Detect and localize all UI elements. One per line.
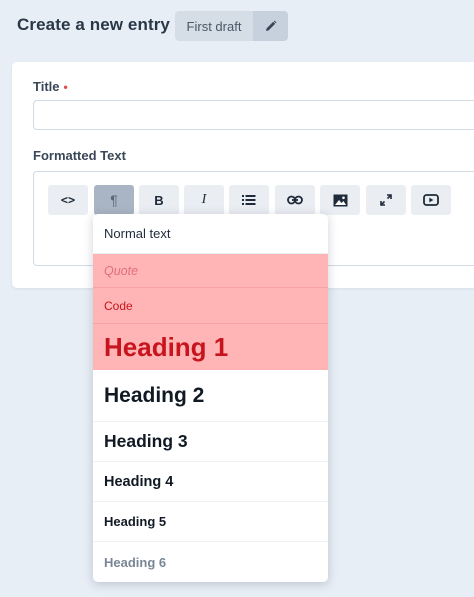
video-icon <box>423 194 439 206</box>
title-input[interactable] <box>33 100 474 130</box>
menu-item-heading-6[interactable]: Heading 6 <box>93 542 328 582</box>
required-marker: • <box>63 80 68 94</box>
bold-icon: B <box>154 192 164 208</box>
menu-item-heading-2[interactable]: Heading 2 <box>93 370 328 422</box>
format-dropdown-menu: Normal text Quote Code Heading 1 Heading… <box>93 214 328 582</box>
code-brackets-icon: <> <box>60 193 76 207</box>
pencil-icon <box>265 20 276 31</box>
expand-icon <box>380 194 392 206</box>
menu-item-label: Code <box>104 298 133 313</box>
edit-status-button[interactable] <box>253 11 288 41</box>
list-button[interactable] <box>229 185 269 215</box>
formatted-text-label: Formatted Text <box>33 148 126 163</box>
menu-item-heading-1[interactable]: Heading 1 <box>93 324 328 370</box>
paragraph-format-button[interactable]: ¶ <box>94 185 134 215</box>
menu-item-normal-text[interactable]: Normal text <box>93 214 328 254</box>
menu-item-heading-4[interactable]: Heading 4 <box>93 462 328 502</box>
image-button[interactable] <box>320 185 360 215</box>
menu-item-heading-3[interactable]: Heading 3 <box>93 422 328 462</box>
italic-icon: I <box>201 192 207 207</box>
title-label-text: Title <box>33 79 60 94</box>
bold-button[interactable]: B <box>139 185 179 215</box>
status-badge: First draft <box>175 11 253 41</box>
menu-item-label: Heading 3 <box>104 431 188 451</box>
menu-item-label: Heading 5 <box>104 514 167 529</box>
menu-item-label: Heading 4 <box>104 473 174 490</box>
link-icon <box>287 195 303 205</box>
image-icon <box>333 194 347 206</box>
menu-item-label: Normal text <box>104 226 171 241</box>
page-title: Create a new entry <box>17 15 170 34</box>
menu-item-label: Heading 2 <box>104 383 205 407</box>
list-icon <box>242 195 256 205</box>
menu-item-label: Heading 1 <box>104 331 229 362</box>
menu-item-heading-5[interactable]: Heading 5 <box>93 502 328 542</box>
page-header: Create a new entry First draft <box>0 0 474 52</box>
title-label: Title • <box>33 79 68 94</box>
menu-item-label: Quote <box>104 263 139 278</box>
code-view-button[interactable]: <> <box>48 185 88 215</box>
pilcrow-icon: ¶ <box>110 192 118 208</box>
menu-item-code[interactable]: Code <box>93 288 328 324</box>
italic-button[interactable]: I <box>184 185 224 215</box>
menu-item-label: Heading 6 <box>104 554 167 570</box>
video-button[interactable] <box>411 185 451 215</box>
fullscreen-button[interactable] <box>366 185 406 215</box>
link-button[interactable] <box>275 185 315 215</box>
menu-item-quote[interactable]: Quote <box>93 254 328 288</box>
